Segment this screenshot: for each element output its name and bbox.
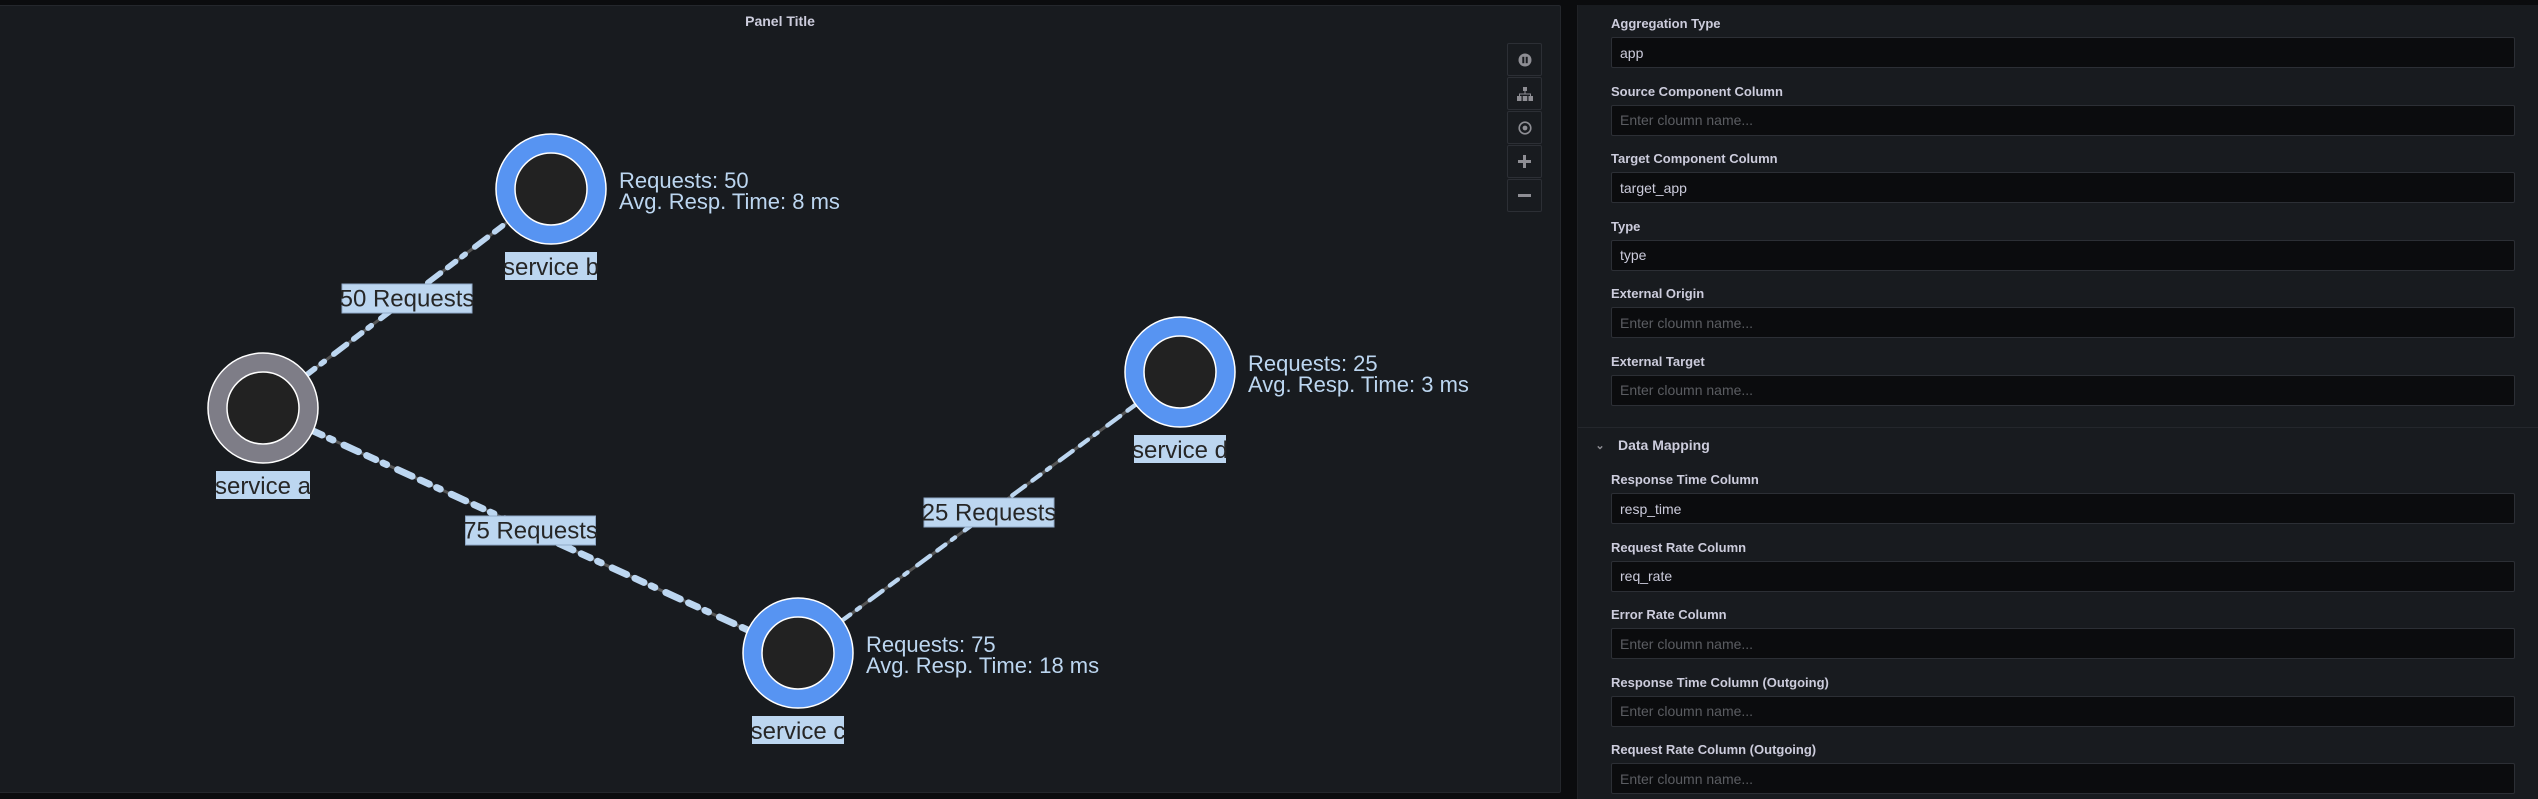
field-label: Request Rate Column (Outgoing) bbox=[1611, 742, 1817, 757]
error-rate-column-input[interactable] bbox=[1611, 628, 2515, 659]
field-external-origin: External Origin bbox=[1611, 285, 2515, 338]
field-label: Response Time Column (Outgoing) bbox=[1611, 674, 1829, 690]
field-response-time-column: Response Time Column bbox=[1611, 471, 2515, 524]
field-aggregation-type: Aggregation Type bbox=[1611, 15, 2515, 68]
node-core bbox=[514, 152, 588, 226]
node-service-b[interactable]: service bRequests: 50Avg. Resp. Time: 8 … bbox=[495, 133, 840, 281]
field-target-component-column: Target Component Column bbox=[1611, 150, 2515, 203]
node-response-time-stat: Avg. Resp. Time: 3 ms bbox=[1248, 372, 1469, 397]
edge-label-text: 75 Requests bbox=[463, 518, 598, 545]
data-mapping-section-toggle[interactable]: ⌄ Data Mapping bbox=[1590, 437, 1710, 453]
nodes-layer: service a service bRequests: 50Avg. Resp.… bbox=[207, 133, 1469, 745]
response-time-column-outgoing-input[interactable] bbox=[1611, 695, 2515, 727]
node-core bbox=[1143, 335, 1217, 409]
edge-a-b[interactable]: 50 Requests bbox=[303, 219, 511, 378]
plus-icon bbox=[1518, 155, 1531, 168]
pause-circle-icon bbox=[1518, 53, 1531, 66]
data-mapping-title: Data Mapping bbox=[1618, 437, 1710, 453]
field-label: Response Time Column bbox=[1611, 472, 1759, 487]
edge-label: 25 Requests bbox=[922, 497, 1057, 528]
chevron-down-icon: ⌄ bbox=[1595, 439, 1605, 452]
field-error-rate-column: Error Rate Column bbox=[1611, 606, 2515, 659]
node-core bbox=[761, 616, 835, 690]
edge-a-c[interactable]: 75 Requests bbox=[309, 427, 752, 634]
edge-label-text: 50 Requests bbox=[340, 286, 475, 313]
node-service-d[interactable]: service dRequests: 25Avg. Resp. Time: 3 … bbox=[1124, 316, 1469, 464]
external-target-input[interactable] bbox=[1611, 374, 2515, 406]
node-label: service b bbox=[503, 254, 599, 281]
field-type: Type bbox=[1611, 218, 2515, 271]
field-label: Error Rate Column bbox=[1611, 607, 1727, 622]
field-external-target: External Target bbox=[1611, 353, 2515, 406]
edge-c-d[interactable]: 25 Requests bbox=[840, 402, 1138, 623]
service-graph-canvas[interactable]: 50 Requests 75 Requests 25 Requests servic… bbox=[0, 6, 1560, 792]
node-core bbox=[226, 371, 300, 445]
node-response-time-stat: Avg. Resp. Time: 8 ms bbox=[619, 189, 840, 214]
center-button[interactable] bbox=[1507, 111, 1542, 144]
sitemap-icon bbox=[1516, 86, 1533, 101]
section-divider bbox=[1578, 427, 2538, 428]
pause-button[interactable] bbox=[1507, 43, 1542, 76]
field-label: External Origin bbox=[1611, 286, 1705, 301]
node-label: service c bbox=[751, 718, 846, 745]
edge-label-text: 25 Requests bbox=[922, 500, 1057, 527]
layout-button[interactable] bbox=[1507, 77, 1542, 110]
zoom-in-button[interactable] bbox=[1507, 145, 1542, 178]
request-rate-column-outgoing-input[interactable] bbox=[1611, 763, 2515, 794]
target-component-column-input[interactable] bbox=[1611, 172, 2515, 203]
source-component-column-input[interactable] bbox=[1611, 104, 2515, 136]
type-input[interactable] bbox=[1611, 239, 2515, 271]
target-icon bbox=[1517, 120, 1532, 135]
field-request-rate-column-outgoing: Request Rate Column (Outgoing) bbox=[1611, 741, 2515, 794]
panel-options-editor: Aggregation Type Source Component Column T… bbox=[1577, 5, 2538, 799]
field-label: Aggregation Type bbox=[1611, 16, 1721, 31]
field-request-rate-column: Request Rate Column bbox=[1611, 539, 2515, 592]
field-source-component-column: Source Component Column bbox=[1611, 83, 2515, 136]
response-time-column-input[interactable] bbox=[1611, 493, 2515, 524]
node-label: service a bbox=[215, 473, 312, 500]
field-label: Target Component Column bbox=[1611, 151, 1778, 166]
node-service-c[interactable]: service cRequests: 75Avg. Resp. Time: 18… bbox=[742, 597, 1099, 745]
zoom-out-button[interactable] bbox=[1507, 179, 1542, 212]
field-label: Request Rate Column bbox=[1611, 539, 1747, 555]
edge-label: 50 Requests bbox=[340, 283, 475, 314]
edges-layer: 50 Requests 75 Requests 25 Requests bbox=[303, 219, 1138, 634]
request-rate-column-input[interactable] bbox=[1611, 560, 2515, 592]
graph-toolbar bbox=[1507, 43, 1542, 213]
field-label: Type bbox=[1611, 218, 1641, 234]
node-response-time-stat: Avg. Resp. Time: 18 ms bbox=[866, 653, 1099, 678]
external-origin-input[interactable] bbox=[1611, 307, 2515, 338]
field-response-time-column-outgoing: Response Time Column (Outgoing) bbox=[1611, 674, 2515, 727]
node-service-a[interactable]: service a bbox=[207, 352, 319, 500]
edge-label: 75 Requests bbox=[463, 515, 598, 546]
service-graph-panel: Panel Title 50 Requests 75 Requests 25 Req… bbox=[0, 5, 1561, 793]
minus-icon bbox=[1518, 194, 1531, 197]
field-label: Source Component Column bbox=[1611, 83, 1783, 99]
node-label: service d bbox=[1132, 437, 1228, 464]
field-label: External Target bbox=[1611, 353, 1705, 369]
aggregation-type-input[interactable] bbox=[1611, 37, 2515, 68]
